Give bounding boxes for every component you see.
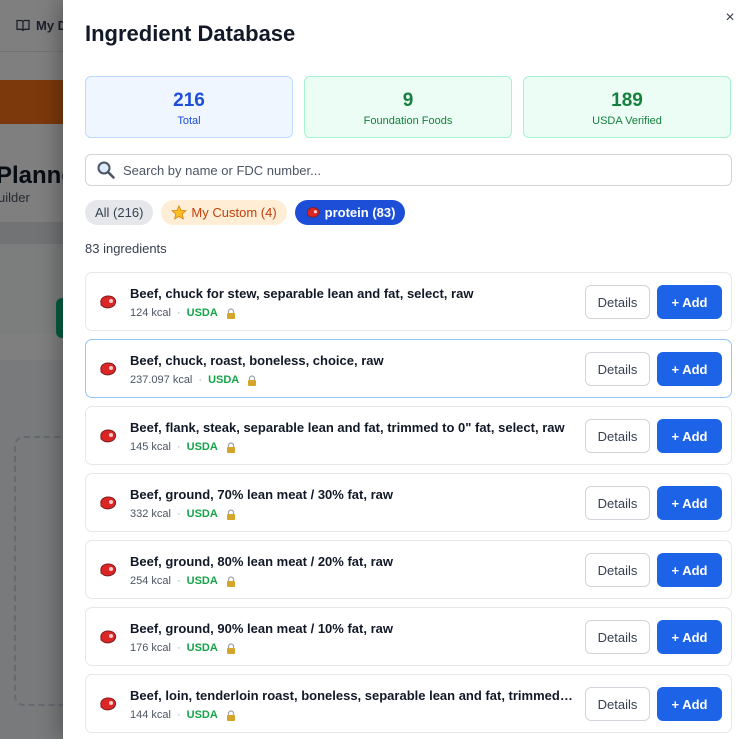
source-badge: USDA: [186, 575, 218, 587]
ingredient-database-modal: × Ingredient Database 216 Total 9 Founda…: [63, 0, 750, 739]
add-button[interactable]: + Add: [657, 620, 722, 654]
add-button[interactable]: + Add: [657, 687, 722, 721]
stats-row: 216 Total 9 Foundation Foods 189 USDA Ve…: [85, 76, 731, 138]
ingredient-kcal: 145 kcal: [130, 441, 171, 453]
stat-label: USDA Verified: [592, 115, 662, 127]
filter-all[interactable]: All (216): [85, 200, 154, 225]
ingredient-kcal: 237.097 kcal: [130, 374, 193, 386]
ingredient-meta: 332 kcal · USDA: [130, 508, 236, 520]
ingredient-name: Beef, ground, 80% lean meat / 20% fat, r…: [130, 554, 393, 569]
details-button[interactable]: Details: [585, 285, 650, 319]
star-icon: [171, 205, 188, 220]
lock-icon: [226, 441, 235, 453]
add-button[interactable]: + Add: [657, 419, 722, 453]
source-badge: USDA: [186, 642, 218, 654]
meat-icon: [100, 429, 117, 443]
result-count: 83 ingredients: [85, 241, 167, 256]
stat-label: Foundation Foods: [363, 115, 453, 127]
ingredient-row[interactable]: Beef, ground, 70% lean meat / 30% fat, r…: [85, 473, 732, 532]
details-button[interactable]: Details: [585, 620, 650, 654]
add-button[interactable]: + Add: [657, 553, 722, 587]
separator-dot: ·: [176, 709, 181, 721]
ingredient-list: Beef, chuck for stew, separable lean and…: [85, 272, 732, 739]
ingredient-row[interactable]: Beef, chuck for stew, separable lean and…: [85, 272, 732, 331]
ingredient-kcal: 124 kcal: [130, 307, 171, 319]
lock-icon: [226, 307, 235, 319]
stat-label: Total: [177, 115, 201, 127]
ingredient-kcal: 176 kcal: [130, 642, 171, 654]
details-button[interactable]: Details: [585, 486, 650, 520]
stat-value: 216: [173, 90, 205, 111]
stat-foundation-foods: 9 Foundation Foods: [304, 76, 512, 138]
lock-icon: [226, 709, 235, 721]
separator-dot: ·: [198, 374, 203, 386]
ingredient-kcal: 254 kcal: [130, 575, 171, 587]
ingredient-name: Beef, loin, tenderloin roast, boneless, …: [130, 688, 575, 703]
ingredient-row[interactable]: Beef, loin, tenderloin roast, boneless, …: [85, 674, 732, 733]
meat-icon: [100, 362, 117, 376]
separator-dot: ·: [176, 508, 181, 520]
source-badge: USDA: [186, 508, 218, 520]
meat-icon: [100, 697, 117, 711]
ingredient-kcal: 144 kcal: [130, 709, 171, 721]
ingredient-name: Beef, ground, 90% lean meat / 10% fat, r…: [130, 621, 393, 636]
stat-value: 189: [611, 90, 643, 111]
meat-icon: [100, 295, 117, 309]
separator-dot: ·: [176, 307, 181, 319]
stat-usda-verified: 189 USDA Verified: [523, 76, 731, 138]
lock-icon: [226, 508, 235, 520]
source-badge: USDA: [186, 307, 218, 319]
ingredient-row[interactable]: Beef, ground, 90% lean meat / 10% fat, r…: [85, 607, 732, 666]
search-bar[interactable]: [85, 154, 732, 186]
separator-dot: ·: [176, 642, 181, 654]
ingredient-meta: 144 kcal · USDA: [130, 709, 236, 721]
search-input[interactable]: [123, 162, 683, 178]
add-button[interactable]: + Add: [657, 352, 722, 386]
filter-my-custom[interactable]: My Custom (4): [161, 200, 287, 225]
meat-icon: [100, 630, 117, 644]
source-badge: USDA: [186, 709, 218, 721]
ingredient-meta: 254 kcal · USDA: [130, 575, 236, 587]
ingredient-name: Beef, ground, 70% lean meat / 30% fat, r…: [130, 487, 393, 502]
ingredient-meta: 124 kcal · USDA: [130, 307, 236, 319]
meat-icon: [100, 496, 117, 510]
details-button[interactable]: Details: [585, 687, 650, 721]
ingredient-row[interactable]: Beef, ground, 80% lean meat / 20% fat, r…: [85, 540, 732, 599]
ingredient-name: Beef, chuck for stew, separable lean and…: [130, 286, 474, 301]
filter-label: My Custom (4): [191, 205, 277, 220]
lock-icon: [226, 575, 235, 587]
ingredient-kcal: 332 kcal: [130, 508, 171, 520]
lock-icon: [248, 374, 257, 386]
modal-title: Ingredient Database: [85, 21, 296, 46]
details-button[interactable]: Details: [585, 352, 650, 386]
stat-total: 216 Total: [85, 76, 293, 138]
source-badge: USDA: [186, 441, 218, 453]
filter-protein[interactable]: protein (83): [294, 200, 406, 225]
ingredient-meta: 145 kcal · USDA: [130, 441, 236, 453]
lock-icon: [226, 642, 235, 654]
filter-label: All (216): [95, 205, 144, 220]
separator-dot: ·: [176, 441, 181, 453]
add-button[interactable]: + Add: [657, 486, 722, 520]
add-button[interactable]: + Add: [657, 285, 722, 319]
ingredient-name: Beef, flank, steak, separable lean and f…: [130, 420, 565, 435]
details-button[interactable]: Details: [585, 419, 650, 453]
separator-dot: ·: [176, 575, 181, 587]
source-badge: USDA: [208, 374, 240, 386]
details-button[interactable]: Details: [585, 553, 650, 587]
meat-icon: [306, 207, 320, 218]
ingredient-meta: 176 kcal · USDA: [130, 642, 236, 654]
filter-chips: All (216) My Custom (4) protein (83): [85, 200, 406, 225]
ingredient-row[interactable]: Beef, chuck, roast, boneless, choice, ra…: [85, 339, 732, 398]
search-icon: [96, 160, 116, 180]
ingredient-row[interactable]: Beef, flank, steak, separable lean and f…: [85, 406, 732, 465]
filter-label: protein (83): [324, 205, 396, 220]
close-button[interactable]: ×: [722, 10, 738, 26]
meat-icon: [100, 563, 117, 577]
ingredient-meta: 237.097 kcal · USDA: [130, 374, 257, 386]
ingredient-name: Beef, chuck, roast, boneless, choice, ra…: [130, 353, 384, 368]
stat-value: 9: [402, 90, 414, 111]
